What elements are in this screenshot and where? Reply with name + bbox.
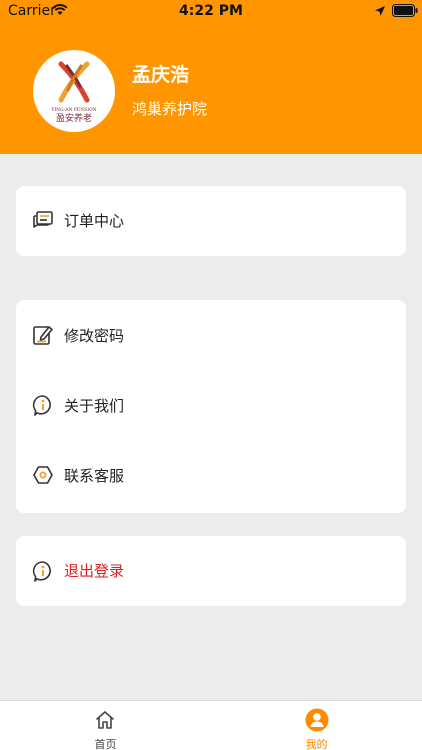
hexagon-icon xyxy=(33,466,53,484)
menu-item-orders[interactable]: 订单中心 xyxy=(16,186,406,256)
menu-item-label: 关于我们 xyxy=(64,397,125,415)
tab-home-label: 首页 xyxy=(94,738,117,750)
menu-item-label: 联系客服 xyxy=(64,467,125,485)
status-bar: Carrier 4:22 PM xyxy=(0,0,422,22)
menu-item-logout[interactable]: 退出登录 xyxy=(16,536,406,606)
svg-text:YING-AN PENSION: YING-AN PENSION xyxy=(50,107,96,113)
status-time: 4:22 PM xyxy=(179,3,243,19)
profile-header: Carrier 4:22 PM YING-AN PENSION 盈安养老 孟庆浩… xyxy=(0,0,422,154)
organization-name: 鸿巢养护院 xyxy=(132,100,208,118)
menu-item-contact-service[interactable]: 联系客服 xyxy=(16,440,406,512)
svg-text:盈安养老: 盈安养老 xyxy=(56,112,92,124)
tab-mine-label: 我的 xyxy=(305,738,328,750)
info-icon xyxy=(32,395,51,416)
menu-item-about-us[interactable]: 关于我们 xyxy=(16,370,406,442)
avatar[interactable]: YING-AN PENSION 盈安养老 xyxy=(33,50,115,132)
location-arrow-icon xyxy=(375,6,385,16)
edit-icon xyxy=(33,326,53,345)
pension-logo-icon: YING-AN PENSION 盈安养老 xyxy=(50,61,97,124)
home-icon xyxy=(96,711,114,729)
tab-home[interactable]: 首页 xyxy=(0,701,211,750)
user-name: 孟庆浩 xyxy=(132,64,190,86)
tab-bar: 首页 我的 xyxy=(0,700,422,750)
menu-item-change-password[interactable]: 修改密码 xyxy=(16,300,406,372)
user-icon xyxy=(305,708,329,732)
menu-item-label: 订单中心 xyxy=(64,212,125,230)
logout-label: 退出登录 xyxy=(64,562,125,580)
message-list-icon xyxy=(33,211,53,228)
orders-card: 订单中心 xyxy=(16,186,406,256)
settings-card: 修改密码 关于我们 联系客服 xyxy=(16,300,406,513)
info-icon xyxy=(32,561,51,582)
menu-item-label: 修改密码 xyxy=(64,327,125,345)
logout-card: 退出登录 xyxy=(16,536,406,606)
tab-mine[interactable]: 我的 xyxy=(211,701,422,750)
battery-icon xyxy=(392,4,418,17)
